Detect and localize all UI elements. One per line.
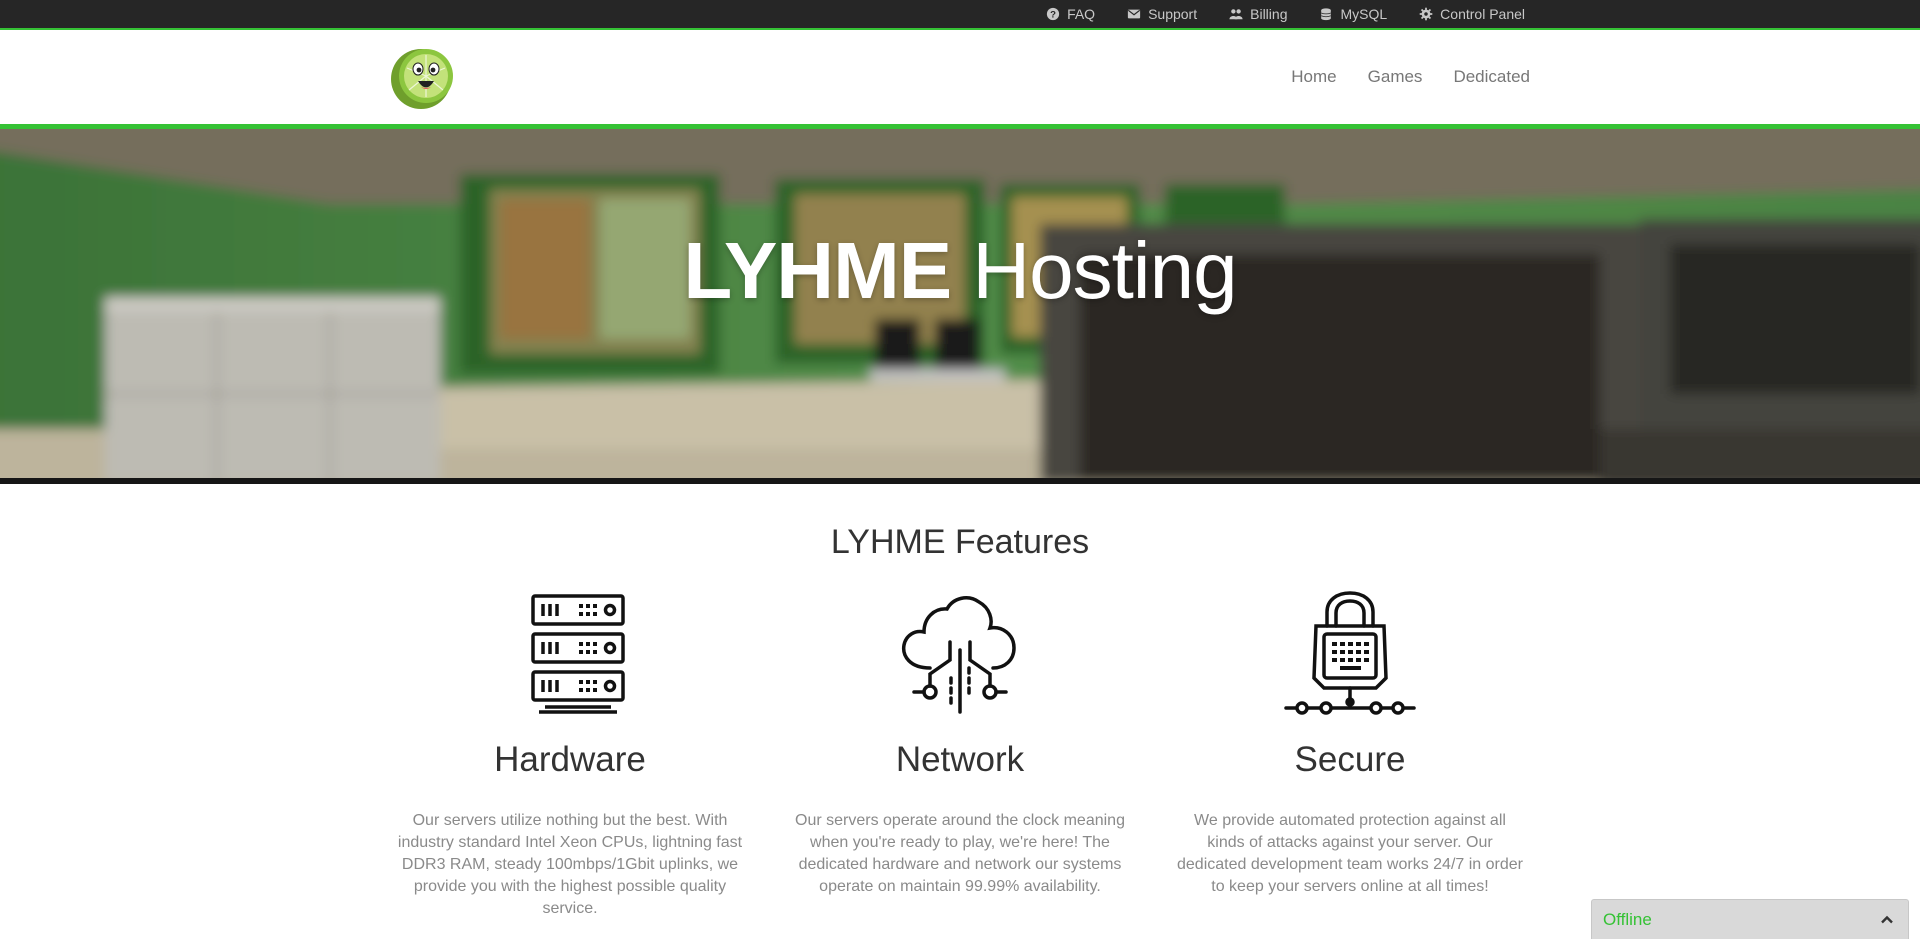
feature-secure: Secure We provide automated protection a… [1175, 590, 1525, 895]
top-links: ? FAQ Support Billing MySQL Control Pane… [1046, 0, 1525, 28]
hero-title: LYHME Hosting [0, 231, 1920, 311]
gear-icon [1419, 7, 1433, 21]
envelope-icon [1127, 9, 1141, 19]
nav-dedicated[interactable]: Dedicated [1453, 67, 1530, 87]
database-icon [1321, 8, 1332, 21]
topbar-link-label: MySQL [1340, 6, 1388, 22]
server-rack-icon [531, 594, 625, 714]
lime-mascot-logo[interactable] [388, 42, 458, 112]
feature-network: Network Our servers operate around the c… [785, 590, 1135, 895]
topbar-link-billing[interactable]: Billing [1229, 6, 1287, 22]
hero-title-light: Hosting [972, 226, 1237, 315]
live-chat-widget[interactable]: Offline [1591, 899, 1909, 939]
top-utility-bar: ? FAQ Support Billing MySQL Control Pane… [0, 0, 1920, 30]
users-icon [1229, 9, 1243, 20]
topbar-link-label: Support [1148, 6, 1198, 22]
topbar-link-mysql[interactable]: MySQL [1319, 6, 1387, 22]
hero-banner: LYHME Hosting [0, 129, 1920, 484]
feature-title: Hardware [494, 740, 646, 779]
topbar-link-label: FAQ [1067, 6, 1096, 22]
topbar-link-faq[interactable]: ? FAQ [1046, 6, 1095, 22]
feature-hardware: Hardware Our servers utilize nothing but… [395, 590, 745, 917]
chat-status-label: Offline [1603, 910, 1652, 929]
feature-description: Our servers utilize nothing but the best… [397, 812, 743, 917]
feature-description: We provide automated protection against … [1177, 812, 1523, 895]
feature-title: Secure [1294, 740, 1406, 779]
feature-description: Our servers operate around the clock mea… [795, 812, 1125, 895]
topbar-link-support[interactable]: Support [1127, 6, 1197, 22]
features-heading: LYHME Features [830, 523, 1090, 561]
nav-home[interactable]: Home [1291, 67, 1336, 87]
topbar-link-label: Billing [1250, 6, 1288, 22]
feature-title: Network [895, 740, 1025, 779]
chevron-up-icon[interactable] [1880, 913, 1894, 927]
topbar-link-label: Control Panel [1440, 6, 1525, 22]
padlock-network-icon [1284, 591, 1416, 715]
main-nav: Home Games Dedicated [1291, 30, 1530, 124]
hero-title-strong: LYHME [683, 226, 952, 315]
cloud-network-icon [901, 596, 1016, 714]
site-header: Home Games Dedicated [0, 30, 1920, 129]
svg-text:?: ? [1050, 10, 1056, 21]
nav-games[interactable]: Games [1368, 67, 1423, 87]
topbar-link-control-panel[interactable]: Control Panel [1419, 6, 1525, 22]
question-circle-icon: ? [1046, 7, 1060, 21]
